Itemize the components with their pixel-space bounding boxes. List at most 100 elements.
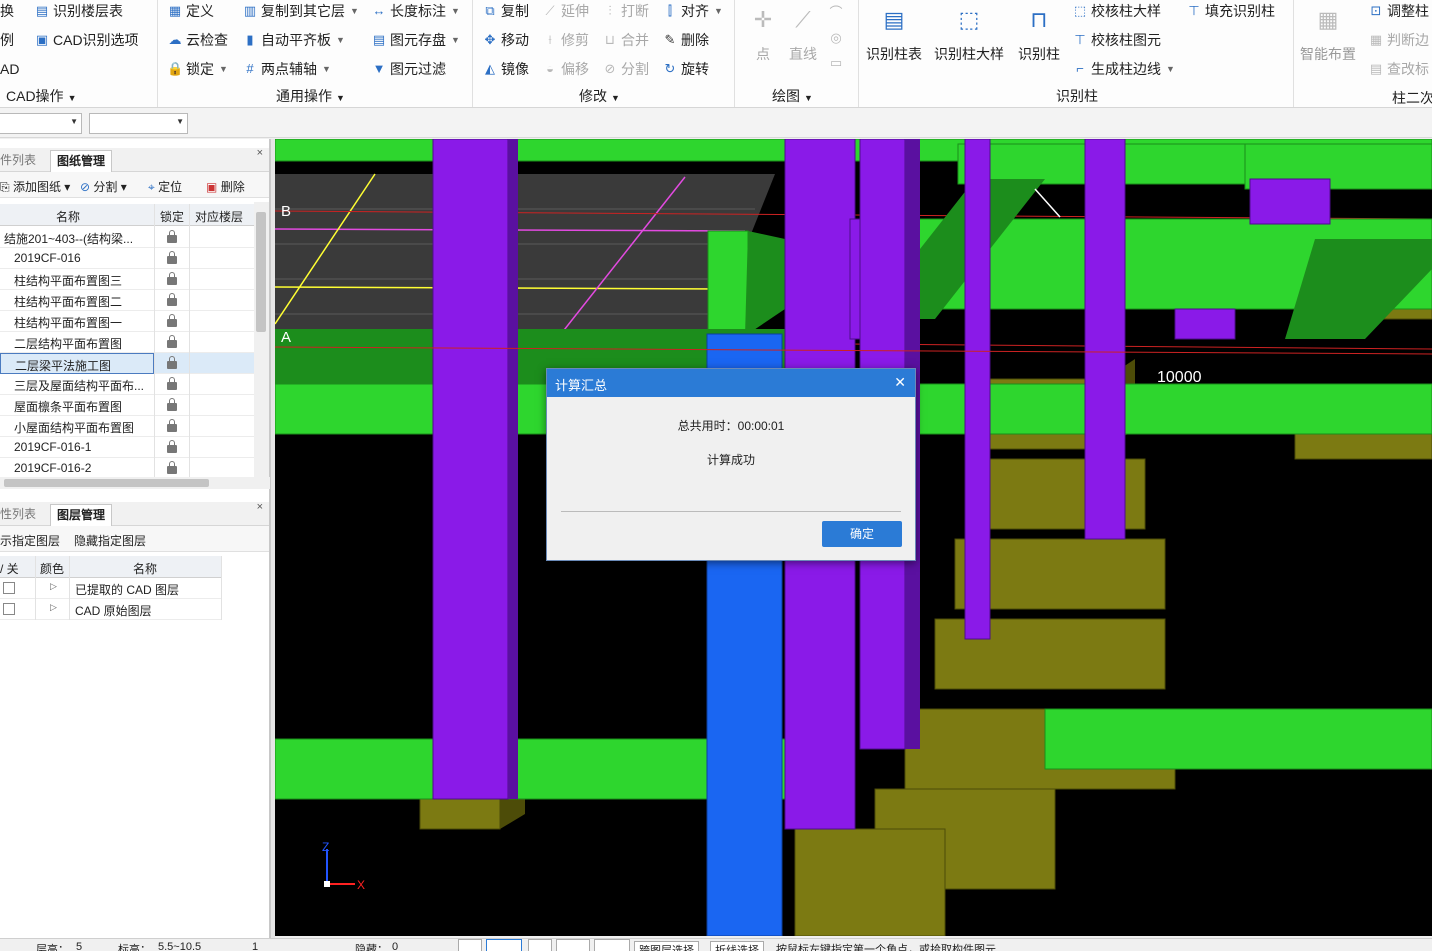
circle-draw-button[interactable]: ◎ — [828, 27, 844, 49]
snap-toggle-3[interactable] — [528, 939, 552, 951]
element-filter-button[interactable]: ▼ 图元过滤 — [371, 58, 446, 80]
col-lock[interactable]: 锁定 — [160, 208, 184, 225]
split-drawing-button[interactable]: ⊘ 分割 ▾ — [80, 178, 127, 195]
copy-to-layer-button[interactable]: ▥ 复制到其它层 ▼ — [242, 0, 359, 22]
rect-draw-button[interactable]: ▭ — [828, 52, 844, 74]
define-button[interactable]: ▦ 定义 — [167, 0, 214, 22]
generate-column-edge-button[interactable]: ⌐ 生成柱边线 ▼ — [1072, 58, 1175, 80]
split-button[interactable]: ⊘ 分割 — [602, 58, 649, 80]
layer-row[interactable]: ▷ 已提取的 CAD 图层 — [0, 578, 222, 599]
ribbon-btn-scale[interactable]: 例 — [0, 29, 14, 51]
group-general-ops[interactable]: 通用操作 ▼ — [276, 86, 345, 106]
drawing-row[interactable]: 二层结构平面布置图 — [0, 332, 254, 353]
lock-icon[interactable] — [166, 293, 178, 306]
drawing-row[interactable]: 柱结构平面布置图三 — [0, 269, 254, 290]
add-drawing-button[interactable]: ⎘ 添加图纸 ▾ — [0, 178, 70, 195]
drawings-hscrollbar[interactable] — [0, 477, 270, 489]
copy-button[interactable]: ⧉ 复制 — [482, 0, 529, 22]
tab-property-list[interactable]: 性列表 — [0, 504, 42, 526]
move-button[interactable]: ✥ 移动 — [482, 29, 529, 51]
align-button[interactable]: ⫿ 对齐 ▼ — [662, 0, 723, 22]
identify-column-table-button[interactable]: ▤ 识别柱表 — [866, 4, 922, 64]
save-elements-button[interactable]: ▤ 图元存盘 ▼ — [371, 29, 460, 51]
snap-toggle-2[interactable] — [486, 939, 522, 951]
lock-icon[interactable] — [166, 356, 178, 369]
tab-component-list[interactable]: 件列表 — [0, 150, 42, 172]
lock-icon[interactable] — [166, 335, 178, 348]
identify-column-button[interactable]: ⊓ 识别柱 — [1018, 4, 1060, 64]
drawing-row[interactable]: 柱结构平面布置图二 — [0, 290, 254, 311]
check-column-detail-button[interactable]: ⬚ 校核柱大样 — [1072, 0, 1161, 22]
group-modify[interactable]: 修改 ▼ — [579, 86, 620, 106]
layer-checkbox[interactable] — [3, 582, 15, 594]
draw-line-button[interactable]: ⟋ 直线 — [786, 4, 820, 64]
cloud-check-button[interactable]: ☁ 云检查 — [167, 29, 229, 51]
judge-edge-button[interactable]: ▦ 判断边 — [1368, 29, 1429, 51]
rotate-button[interactable]: ↻ 旋转 — [662, 58, 709, 80]
ribbon-btn-cad[interactable]: AD — [0, 58, 19, 80]
expand-icon[interactable]: ▷ — [50, 602, 57, 613]
fill-identify-column-button[interactable]: ⊤ 填充识别柱 — [1186, 0, 1275, 22]
check-column-element-button[interactable]: ⊤ 校核柱图元 — [1072, 29, 1161, 51]
tab-drawing-management[interactable]: 图纸管理 — [50, 150, 113, 172]
col-floor[interactable]: 对应楼层 — [195, 208, 243, 225]
drawing-row[interactable]: 柱结构平面布置图一 — [0, 311, 254, 332]
lock-icon[interactable] — [166, 461, 178, 474]
check-label-button[interactable]: ▤ 查改标 — [1368, 58, 1429, 80]
ok-button[interactable]: 确定 — [822, 521, 902, 547]
layer-row[interactable]: ▷ CAD 原始图层 — [0, 599, 222, 620]
trim-button[interactable]: ⟊ 修剪 — [542, 29, 589, 51]
layer-checkbox[interactable] — [3, 603, 15, 615]
close-icon[interactable]: × — [257, 501, 263, 513]
mirror-button[interactable]: ◭ 镜像 — [482, 58, 529, 80]
auto-align-slab-button[interactable]: ▮ 自动平齐板 ▼ — [242, 29, 345, 51]
show-layer-button[interactable]: 示指定图层 — [0, 532, 60, 549]
lock-icon[interactable] — [166, 440, 178, 453]
delete-drawing-button[interactable]: ▣ 删除 — [206, 178, 245, 195]
lock-icon[interactable] — [166, 419, 178, 432]
floor-select[interactable]: ▼ — [0, 113, 82, 134]
group-draw[interactable]: 绘图 ▼ — [772, 86, 813, 106]
snap-toggle-4[interactable] — [556, 939, 590, 951]
close-icon[interactable]: × — [257, 147, 263, 159]
expand-icon[interactable]: ▷ — [50, 581, 57, 592]
lock-icon[interactable] — [166, 314, 178, 327]
drawing-row[interactable]: 结施201~403--(结构梁... — [0, 227, 254, 248]
lock-icon[interactable] — [166, 272, 178, 285]
cross-layer-select-toggle[interactable]: 跨图层选择 — [634, 941, 699, 951]
tab-layer-management[interactable]: 图层管理 — [50, 504, 113, 526]
col-name[interactable]: 名称 — [56, 208, 80, 225]
extend-button[interactable]: ⟋ 延伸 — [542, 0, 589, 22]
offset-button[interactable]: ◒ 偏移 — [542, 58, 589, 80]
draw-point-button[interactable]: ✛ 点 — [746, 4, 780, 64]
lock-icon[interactable] — [166, 251, 178, 264]
drawings-scrollbar[interactable] — [254, 202, 269, 479]
drawing-row[interactable]: 2019CF-016-1 — [0, 437, 254, 458]
two-point-axis-button[interactable]: # 两点辅轴 ▼ — [242, 58, 331, 80]
drawing-row[interactable]: 小屋面结构平面布置图 — [0, 416, 254, 437]
ribbon-btn-switch[interactable]: 换 — [0, 0, 14, 22]
snap-toggle-5[interactable] — [594, 939, 630, 951]
hide-layer-button[interactable]: 隐藏指定图层 — [74, 532, 146, 549]
lock-icon[interactable] — [166, 398, 178, 411]
polyline-select-toggle[interactable]: 折线选择 — [710, 941, 764, 951]
drawing-row[interactable]: 2019CF-016 — [0, 248, 254, 269]
drawing-row[interactable]: 三层及屋面结构平面布... — [0, 374, 254, 395]
drawing-row[interactable]: 二层梁平法施工图 — [0, 353, 254, 374]
adjust-column-button[interactable]: ⊡ 调整柱 — [1368, 0, 1429, 22]
locate-button[interactable]: ⌖ 定位 — [148, 178, 182, 195]
component-select[interactable]: ▼ — [89, 113, 188, 134]
merge-button[interactable]: ⊔ 合并 — [602, 29, 649, 51]
snap-toggle-1[interactable] — [458, 939, 482, 951]
lock-button[interactable]: 🔒 锁定 ▼ — [167, 58, 228, 80]
drawing-row[interactable]: 2019CF-016-2 — [0, 458, 254, 479]
break-button[interactable]: ⫶ 打断 — [602, 0, 649, 22]
length-dimension-button[interactable]: ↔ 长度标注 ▼ — [371, 0, 460, 22]
cad-options-button[interactable]: ▣ CAD识别选项 — [34, 29, 139, 51]
arc-draw-button[interactable]: ⌒ — [828, 2, 844, 24]
lock-icon[interactable] — [166, 377, 178, 390]
lock-icon[interactable] — [166, 230, 178, 243]
group-cad-ops[interactable]: CAD操作 ▼ — [6, 86, 76, 106]
delete-button[interactable]: ✎ 删除 — [662, 29, 709, 51]
smart-layout-button[interactable]: ▦ 智能布置 — [1300, 4, 1356, 64]
